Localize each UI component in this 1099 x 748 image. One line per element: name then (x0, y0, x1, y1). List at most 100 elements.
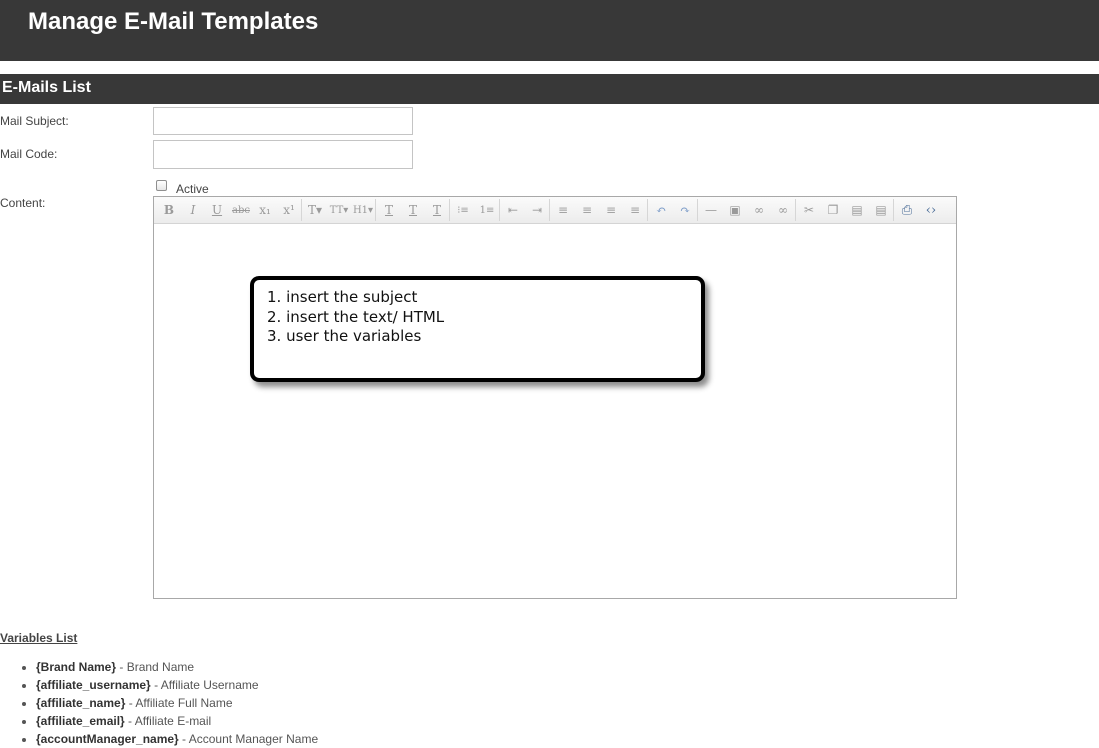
remove-format-icon: T (432, 203, 441, 217)
align-center-button[interactable]: ≡ (575, 199, 599, 221)
source-code-icon: ‹› (925, 202, 937, 218)
link-icon: ∞ (754, 203, 764, 217)
strikethrough-icon: abc (232, 204, 250, 216)
variable-item: {affiliate_name} - Affiliate Full Name (36, 694, 318, 712)
redo-button[interactable]: ↷ (673, 199, 698, 221)
instructions-list: 1. insert the subject 2. insert the text… (267, 288, 444, 347)
copy-icon: ❐ (827, 203, 839, 217)
align-left-icon: ≡ (557, 203, 569, 217)
indent-button[interactable]: ⇥ (525, 199, 550, 221)
subscript-button[interactable]: x₁ (253, 199, 277, 221)
instruction-step: 1. insert the subject (267, 288, 418, 306)
superscript-button[interactable]: x¹ (277, 199, 302, 221)
image-icon: ▣ (729, 203, 741, 217)
variable-key: {accountManager_name} (36, 732, 179, 746)
outdent-button[interactable]: ⇤ (501, 199, 525, 221)
align-justify-button[interactable]: ≡ (623, 199, 648, 221)
mail-subject-label: Mail Subject: (0, 114, 69, 128)
bold-icon: B (163, 203, 175, 217)
mail-code-label: Mail Code: (0, 147, 58, 161)
font-size-button[interactable]: TT▾ (327, 199, 351, 221)
undo-icon: ↶ (655, 203, 667, 217)
heading-icon: H1▾ (352, 204, 374, 216)
variable-item: {accountManager_name} - Account Manager … (36, 730, 318, 748)
rich-text-editor: B I Uabc x₁ x¹ T▾ TT▾ H1▾ T T T ⁝≡ 1≡ ⇤ ⇥ ≡ ≡ ≡ ≡ ↶ ↷ — ▣ ∞ ∞ ✂ ❐ ▤… (153, 196, 957, 599)
active-row: Active (156, 175, 209, 196)
copy-button[interactable]: ❐ (821, 199, 845, 221)
variable-item: {affiliate_email} - Affiliate E-mail (36, 712, 318, 730)
horizontal-rule-icon: — (705, 203, 717, 217)
variable-desc: - Affiliate E-mail (124, 714, 212, 728)
font-family-icon: T▾ (307, 203, 323, 217)
highlight-button[interactable]: T (401, 199, 425, 221)
print-button[interactable]: ⎙ (895, 199, 919, 221)
font-family-button[interactable]: T▾ (303, 199, 327, 221)
variable-key: {affiliate_email} (36, 714, 125, 728)
section-title: E-Mails List (2, 79, 91, 96)
variables-list-link[interactable]: Variables List (0, 631, 77, 645)
align-justify-icon: ≡ (629, 203, 641, 217)
underline-button[interactable]: U (205, 199, 229, 221)
editor-toolbar: B I Uabc x₁ x¹ T▾ TT▾ H1▾ T T T ⁝≡ 1≡ ⇤ ⇥ ≡ ≡ ≡ ≡ ↶ ↷ — ▣ ∞ ∞ ✂ ❐ ▤… (154, 197, 956, 224)
instruction-step: 3. user the variables (267, 327, 422, 345)
align-right-button[interactable]: ≡ (599, 199, 623, 221)
italic-icon: I (190, 203, 196, 217)
variable-key: {affiliate_username} (36, 678, 151, 692)
variable-key: {affiliate_name} (36, 696, 126, 710)
variable-desc: - Account Manager Name (178, 732, 319, 746)
variable-desc: - Affiliate Username (150, 678, 259, 692)
active-label: Active (176, 182, 209, 196)
variable-desc: - Affiliate Full Name (125, 696, 233, 710)
strikethrough-button[interactable]: abc (229, 199, 253, 221)
paste-text-icon: ▤ (875, 203, 887, 217)
font-size-icon: TT▾ (329, 204, 349, 216)
superscript-icon: x¹ (283, 203, 295, 217)
text-color-icon: T (384, 203, 393, 217)
horizontal-rule-button[interactable]: — (699, 199, 723, 221)
underline-icon: U (211, 203, 223, 217)
subscript-icon: x₁ (259, 203, 271, 217)
instructions-callout: 1. insert the subject 2. insert the text… (250, 276, 705, 382)
variables-list: {Brand Name} - Brand Name {affiliate_use… (0, 658, 318, 748)
unordered-list-icon: ⁝≡ (457, 204, 469, 216)
unlink-button[interactable]: ∞ (771, 199, 796, 221)
italic-button[interactable]: I (181, 199, 205, 221)
instruction-step: 2. insert the text/ HTML (267, 307, 445, 326)
variable-item: {Brand Name} - Brand Name (36, 658, 318, 676)
section-bar: E-Mails List (0, 74, 1099, 104)
indent-icon: ⇥ (531, 203, 543, 217)
highlight-icon: T (408, 203, 417, 217)
text-color-button[interactable]: T (377, 199, 401, 221)
ordered-list-icon: 1≡ (479, 204, 495, 216)
redo-icon: ↷ (679, 203, 691, 217)
mail-subject-input[interactable] (153, 107, 413, 135)
remove-format-button[interactable]: T (425, 199, 450, 221)
paste-text-button[interactable]: ▤ (869, 199, 894, 221)
unlink-icon: ∞ (778, 203, 788, 217)
bold-button[interactable]: B (157, 199, 181, 221)
active-checkbox[interactable] (156, 180, 167, 191)
source-code-button[interactable]: ‹› (919, 199, 943, 221)
outdent-icon: ⇤ (507, 203, 519, 217)
mail-code-input[interactable] (153, 140, 413, 169)
image-button[interactable]: ▣ (723, 199, 747, 221)
paste-icon: ▤ (851, 203, 863, 217)
page-title: Manage E-Mail Templates (28, 8, 319, 35)
ordered-list-button[interactable]: 1≡ (475, 199, 500, 221)
paste-button[interactable]: ▤ (845, 199, 869, 221)
heading-button[interactable]: H1▾ (351, 199, 376, 221)
unordered-list-button[interactable]: ⁝≡ (451, 199, 475, 221)
variable-item: {affiliate_username} - Affiliate Usernam… (36, 676, 318, 694)
cut-icon: ✂ (803, 203, 815, 217)
link-button[interactable]: ∞ (747, 199, 771, 221)
align-right-icon: ≡ (605, 203, 617, 217)
undo-button[interactable]: ↶ (649, 199, 673, 221)
print-icon: ⎙ (901, 202, 913, 218)
content-label: Content: (0, 196, 46, 210)
cut-button[interactable]: ✂ (797, 199, 821, 221)
page-header: Manage E-Mail Templates (0, 0, 1099, 61)
align-center-icon: ≡ (581, 203, 593, 217)
variable-key: {Brand Name} (36, 660, 117, 674)
variable-desc: - Brand Name (116, 660, 195, 674)
align-left-button[interactable]: ≡ (551, 199, 575, 221)
